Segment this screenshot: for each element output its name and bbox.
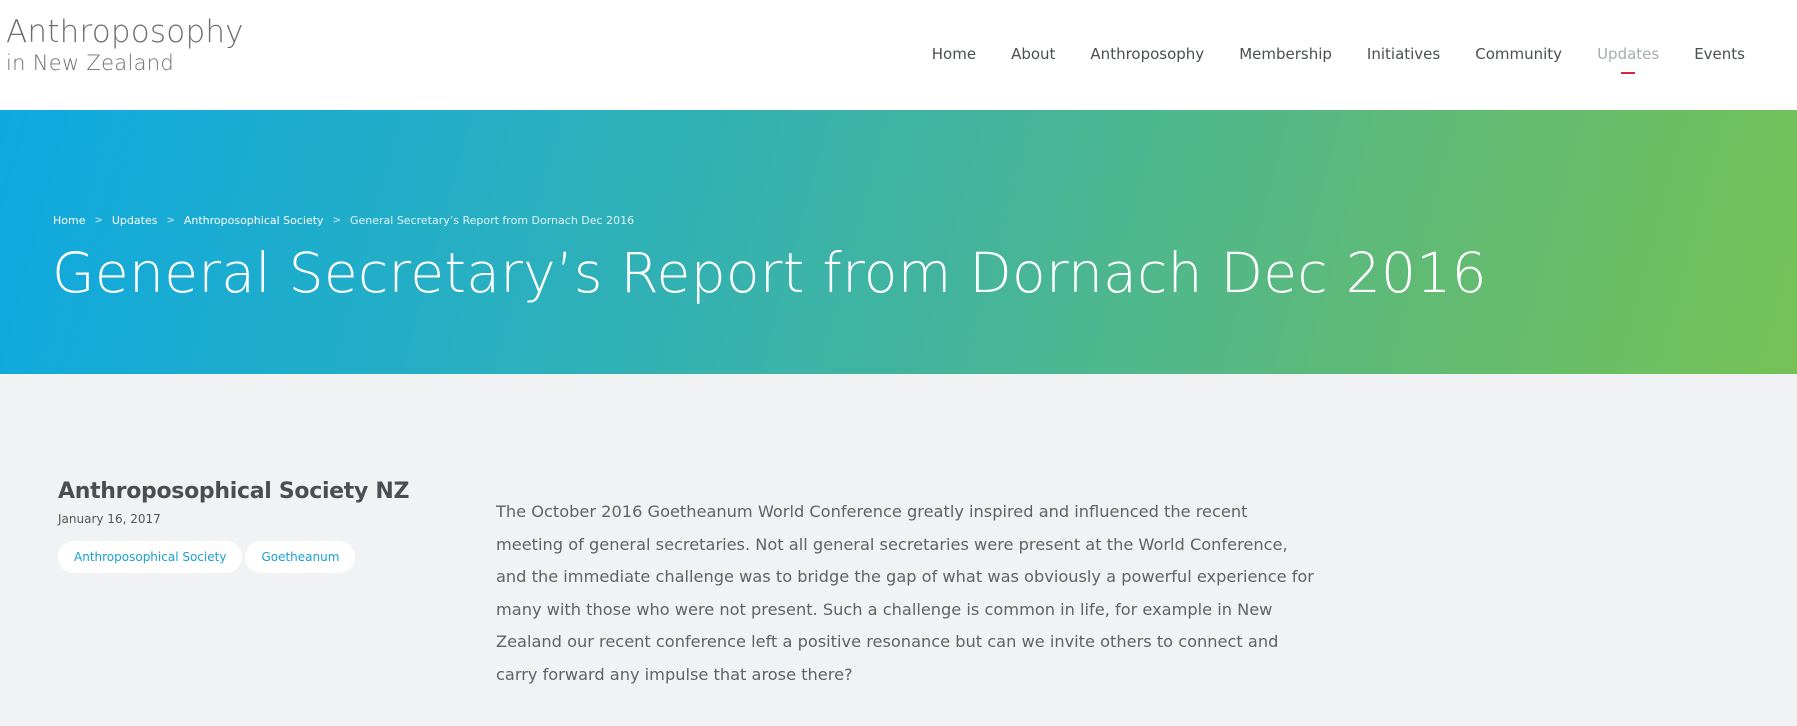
post-date: January 16, 2017 bbox=[58, 512, 161, 526]
nav-item-about[interactable]: About bbox=[1011, 43, 1055, 65]
tag-goetheanum[interactable]: Goetheanum bbox=[245, 541, 356, 573]
post-content: Anthroposophical Society NZ January 16, … bbox=[0, 374, 1797, 726]
site-header: Anthroposophy in New Zealand Home About … bbox=[0, 0, 1797, 110]
nav-item-home[interactable]: Home bbox=[932, 43, 976, 65]
site-logo[interactable]: Anthroposophy in New Zealand bbox=[6, 14, 244, 76]
logo-title: Anthroposophy bbox=[6, 14, 244, 50]
breadcrumb: Home > Updates > Anthroposophical Societ… bbox=[53, 214, 634, 227]
nav-item-updates[interactable]: Updates bbox=[1597, 43, 1659, 74]
nav-item-membership[interactable]: Membership bbox=[1239, 43, 1332, 65]
main-nav: Home About Anthroposophy Membership Init… bbox=[897, 43, 1745, 74]
post-meta: Anthroposophical Society NZ January 16, … bbox=[58, 478, 438, 573]
breadcrumb-current: General Secretary’s Report from Dornach … bbox=[349, 214, 635, 227]
tag-anthroposophical-society[interactable]: Anthroposophical Society bbox=[58, 541, 243, 573]
nav-item-events[interactable]: Events bbox=[1694, 43, 1745, 65]
nav-item-anthroposophy[interactable]: Anthroposophy bbox=[1090, 43, 1204, 65]
breadcrumb-separator: > bbox=[166, 215, 175, 226]
post-tags: Anthroposophical Society Goetheanum bbox=[58, 541, 438, 573]
post-author[interactable]: Anthroposophical Society NZ bbox=[58, 478, 438, 506]
breadcrumb-anthroposophical-society[interactable]: Anthroposophical Society bbox=[184, 214, 324, 227]
nav-item-initiatives[interactable]: Initiatives bbox=[1367, 43, 1440, 65]
post-body: The October 2016 Goetheanum World Confer… bbox=[496, 502, 1314, 684]
page-title: General Secretary’s Report from Dornach … bbox=[52, 241, 1487, 305]
nav-item-community[interactable]: Community bbox=[1475, 43, 1562, 65]
breadcrumb-home[interactable]: Home bbox=[53, 214, 85, 227]
breadcrumb-updates[interactable]: Updates bbox=[112, 214, 158, 227]
page-hero-banner: Home > Updates > Anthroposophical Societ… bbox=[0, 110, 1797, 374]
breadcrumb-separator: > bbox=[94, 215, 103, 226]
breadcrumb-separator: > bbox=[332, 215, 341, 226]
logo-subtitle: in New Zealand bbox=[6, 51, 175, 75]
